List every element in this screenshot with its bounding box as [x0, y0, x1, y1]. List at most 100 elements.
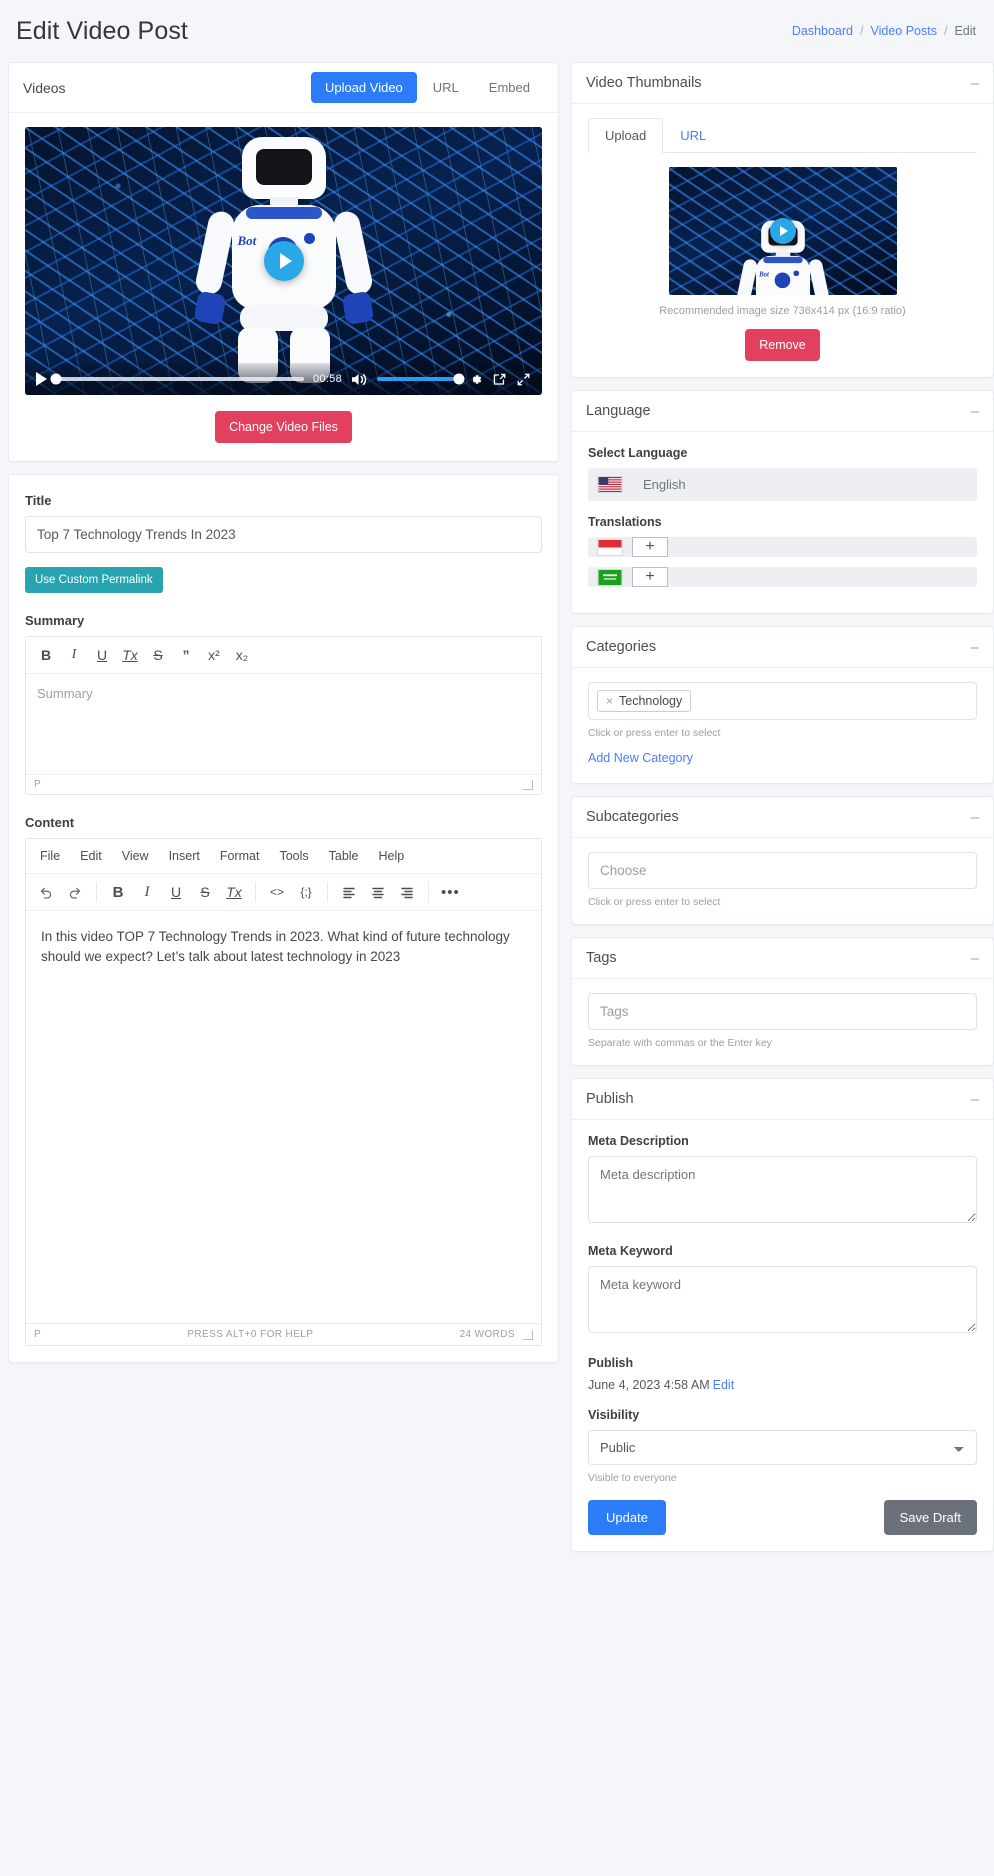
add-translation-sa-button[interactable]: +: [632, 567, 668, 587]
minus-icon[interactable]: –: [971, 640, 979, 655]
redo-icon[interactable]: [61, 880, 89, 904]
menu-format[interactable]: Format: [210, 846, 270, 866]
underline-icon[interactable]: U: [162, 880, 190, 904]
menu-insert[interactable]: Insert: [159, 846, 210, 866]
toolbar-divider: [428, 882, 429, 902]
tags-input[interactable]: [588, 993, 977, 1030]
meta-keyword-label: Meta Keyword: [588, 1244, 673, 1258]
italic-icon[interactable]: I: [133, 880, 161, 904]
summary-input[interactable]: Summary: [26, 674, 541, 774]
update-button[interactable]: Update: [588, 1500, 666, 1535]
bold-icon[interactable]: B: [32, 643, 60, 667]
meta-keyword-input[interactable]: [588, 1266, 977, 1333]
categories-select[interactable]: × Technology: [588, 682, 977, 720]
subcategories-title: Subcategories: [586, 809, 679, 825]
meta-description-input[interactable]: [588, 1156, 977, 1223]
undo-icon[interactable]: [32, 880, 60, 904]
minus-icon[interactable]: –: [971, 404, 979, 419]
seek-handle[interactable]: [50, 373, 62, 385]
thumbnail-tab-upload[interactable]: Upload: [588, 118, 664, 153]
selected-language-row[interactable]: English: [588, 468, 977, 501]
tab-upload-video[interactable]: Upload Video: [310, 72, 417, 103]
subcategories-body: Click or press enter to select: [572, 838, 993, 924]
strikethrough-icon[interactable]: S: [191, 880, 219, 904]
align-center-icon[interactable]: [364, 880, 392, 904]
menu-tools[interactable]: Tools: [269, 846, 318, 866]
italic-icon[interactable]: I: [60, 643, 88, 667]
current-time: 00:58: [312, 373, 342, 385]
category-chip-label: Technology: [619, 694, 683, 708]
use-custom-permalink-button[interactable]: Use Custom Permalink: [25, 567, 163, 593]
post-fields-body: Title Use Custom Permalink Summary B I U…: [9, 475, 558, 1362]
menu-file[interactable]: File: [30, 846, 70, 866]
seek-slider[interactable]: [50, 373, 304, 385]
tab-url[interactable]: URL: [419, 72, 473, 103]
menu-help[interactable]: Help: [369, 846, 415, 866]
main-column: Videos Upload Video URL Embed Bot 00:58 …: [8, 62, 559, 1375]
menu-edit[interactable]: Edit: [70, 846, 112, 866]
summary-status-path: P: [34, 779, 42, 790]
thumbnail-preview[interactable]: Bot: [668, 167, 897, 295]
tags-title: Tags: [586, 950, 617, 966]
category-chip[interactable]: × Technology: [597, 690, 692, 712]
minus-icon[interactable]: –: [971, 1092, 979, 1107]
change-video-row: Change Video Files: [25, 411, 542, 443]
subscript-icon[interactable]: x₂: [228, 643, 256, 667]
tab-embed[interactable]: Embed: [475, 72, 544, 103]
edit-publish-date-link[interactable]: Edit: [713, 1378, 735, 1392]
breadcrumb-video-posts[interactable]: Video Posts: [870, 24, 936, 38]
videos-label: Videos: [23, 79, 66, 96]
summary-label: Summary: [25, 613, 85, 628]
add-translation-id-button[interactable]: +: [632, 537, 668, 557]
content-input[interactable]: In this video TOP 7 Technology Trends in…: [26, 911, 541, 1323]
remove-chip-icon[interactable]: ×: [606, 694, 613, 708]
subcategories-input[interactable]: [588, 852, 977, 889]
source-icon[interactable]: {;}: [292, 880, 320, 904]
title-input[interactable]: [25, 516, 542, 553]
video-source-tabs: Upload Video URL Embed: [310, 72, 544, 103]
visibility-label: Visibility: [588, 1408, 640, 1422]
more-icon[interactable]: •••: [436, 880, 465, 904]
language-body: Select Language English Translations + +: [572, 432, 993, 613]
superscript-icon[interactable]: x²: [200, 643, 228, 667]
minus-icon[interactable]: –: [971, 951, 979, 966]
menu-table[interactable]: Table: [319, 846, 369, 866]
save-draft-button[interactable]: Save Draft: [883, 1500, 977, 1535]
volume-slider[interactable]: [377, 373, 465, 385]
align-right-icon[interactable]: [393, 880, 421, 904]
volume-icon[interactable]: [351, 372, 368, 387]
play-icon[interactable]: [36, 372, 47, 386]
add-new-category-link[interactable]: Add New Category: [588, 751, 693, 765]
thumbnail-tab-url[interactable]: URL: [663, 118, 723, 153]
blockquote-icon[interactable]: ”: [172, 643, 200, 667]
clear-format-icon[interactable]: Tx: [116, 643, 144, 667]
sidebar-column: Video Thumbnails – Upload URL Bot Recomm…: [571, 62, 994, 1564]
video-player[interactable]: Bot 00:58: [25, 127, 542, 395]
underline-icon[interactable]: U: [88, 643, 116, 667]
align-left-icon[interactable]: [335, 880, 363, 904]
translation-row-id: +: [588, 537, 977, 557]
minus-icon[interactable]: –: [971, 810, 979, 825]
fullscreen-icon[interactable]: [516, 372, 531, 387]
remove-thumbnail-button[interactable]: Remove: [745, 329, 820, 361]
volume-handle[interactable]: [453, 373, 465, 385]
flag-id-icon: [588, 537, 632, 557]
picture-in-picture-icon[interactable]: [492, 372, 507, 387]
gear-icon[interactable]: [468, 372, 483, 387]
visibility-select[interactable]: Public Private: [588, 1430, 977, 1465]
video-thumbnails-card: Video Thumbnails – Upload URL Bot Recomm…: [571, 62, 994, 378]
resize-handle-icon[interactable]: [523, 1329, 533, 1340]
clear-format-icon[interactable]: Tx: [220, 880, 248, 904]
breadcrumb-separator: /: [860, 24, 864, 38]
robot-brand-label: Bot: [758, 270, 769, 279]
resize-handle-icon[interactable]: [523, 779, 533, 790]
bold-icon[interactable]: B: [104, 880, 132, 904]
code-icon[interactable]: <>: [263, 880, 291, 904]
strikethrough-icon[interactable]: S: [144, 643, 172, 667]
breadcrumb-dashboard[interactable]: Dashboard: [792, 24, 853, 38]
content-menubar: File Edit View Insert Format Tools Table…: [26, 839, 541, 874]
play-overlay-button[interactable]: [263, 241, 304, 281]
minus-icon[interactable]: –: [971, 76, 979, 91]
menu-view[interactable]: View: [112, 846, 159, 866]
change-video-files-button[interactable]: Change Video Files: [215, 411, 352, 443]
